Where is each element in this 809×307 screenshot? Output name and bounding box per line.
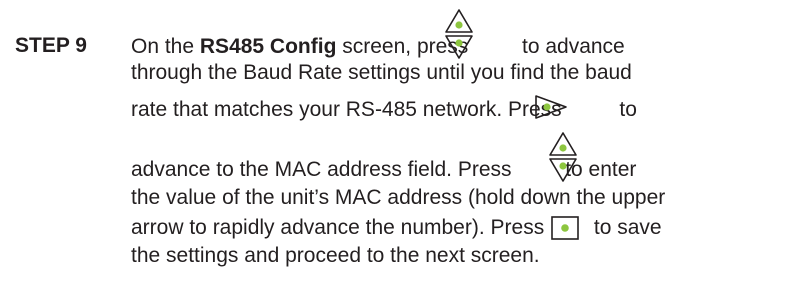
instruction-line-2: through the Baud Rate settings until you…: [131, 61, 632, 84]
instruction-line-7: the settings and proceed to the next scr…: [131, 244, 540, 267]
screen-name: RS485 Config: [199, 35, 337, 58]
enter-button-icon: [551, 216, 579, 240]
up-down-arrow-icon: [549, 132, 577, 182]
instruction-line-1: On the RS485 Config screen, press to adv…: [131, 35, 625, 58]
right-arrow-icon: [535, 95, 567, 119]
instruction-line-5: the value of the unit’s MAC address (hol…: [131, 186, 666, 209]
up-down-arrow-icon: [445, 9, 473, 59]
step-label: STEP 9: [15, 34, 87, 57]
instruction-line-6: arrow to rapidly advance the number). Pr…: [131, 216, 662, 239]
